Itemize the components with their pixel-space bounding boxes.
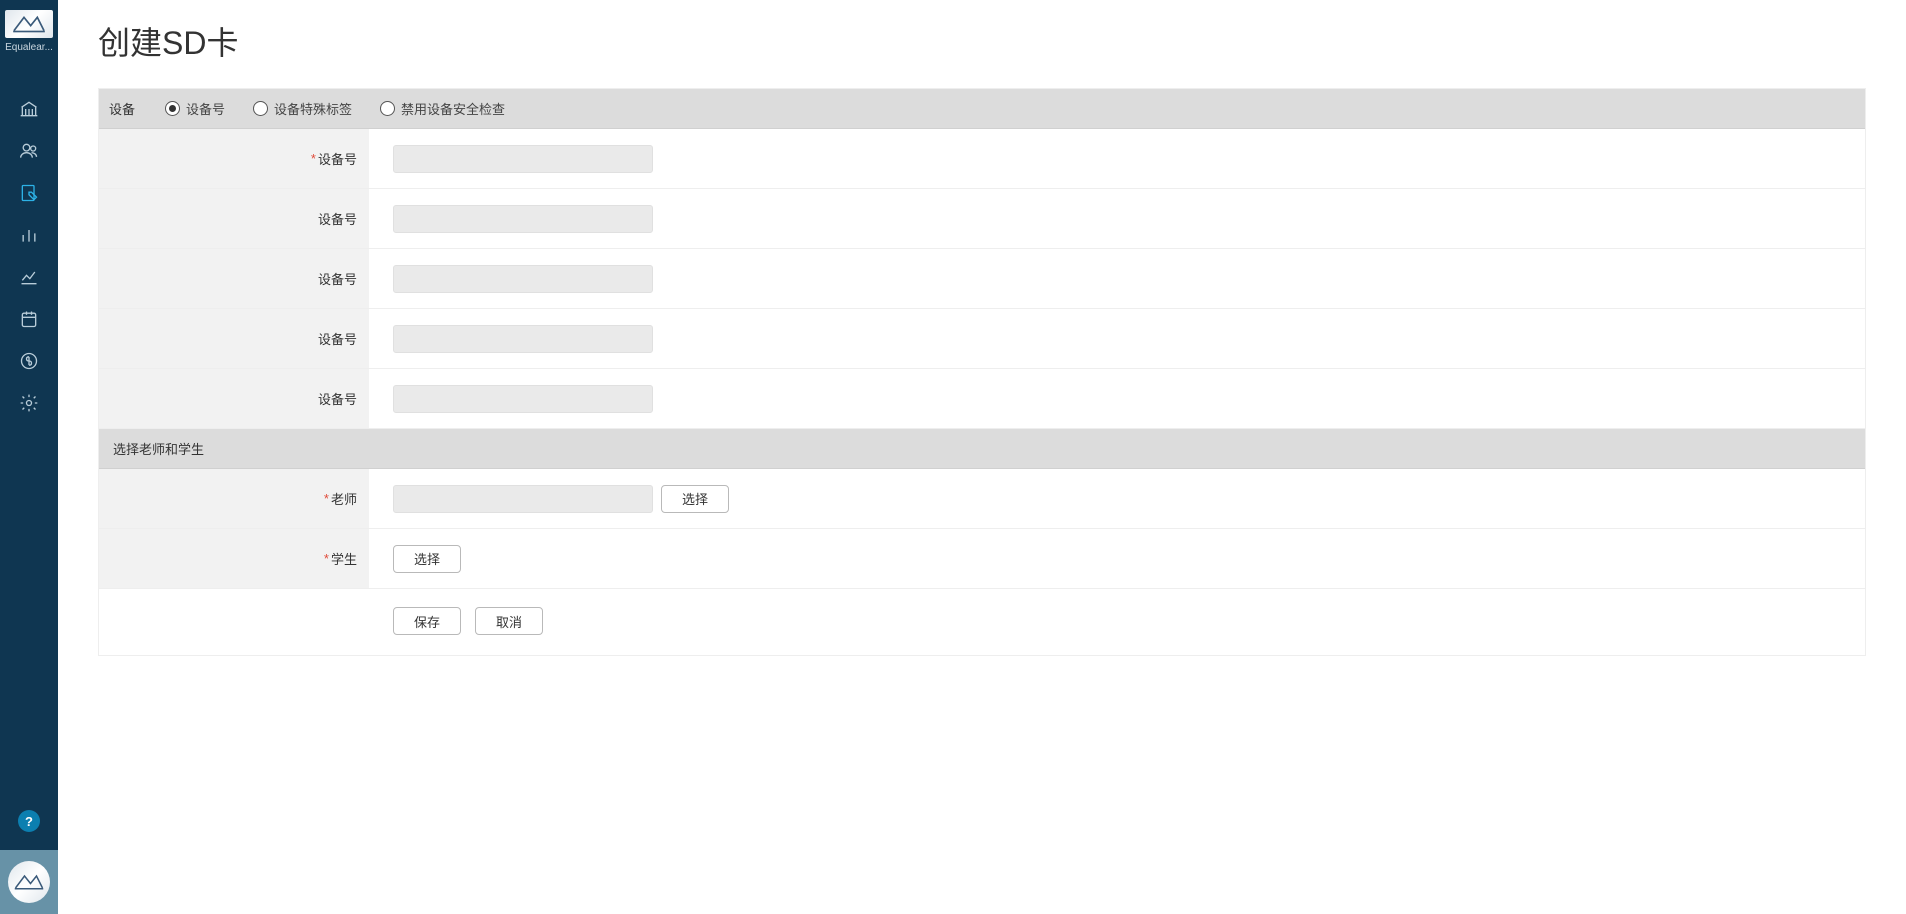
- people-section-header: 选择老师和学生: [99, 429, 1865, 469]
- device-row-3: 设备号: [99, 309, 1865, 369]
- device-id-input-2[interactable]: [393, 265, 653, 293]
- required-marker: *: [324, 491, 329, 506]
- device-section-header: 设备 设备号 设备特殊标签 禁用设备安全检查: [99, 89, 1865, 129]
- people-section-label: 选择老师和学生: [113, 439, 204, 458]
- field-label: 学生: [331, 549, 357, 568]
- edit-doc-icon: [19, 183, 39, 206]
- device-id-input-3[interactable]: [393, 325, 653, 353]
- field-label-cell: * 设备号: [99, 129, 369, 188]
- radio-disable-security[interactable]: 禁用设备安全检查: [380, 99, 505, 118]
- help-icon: ?: [25, 814, 33, 829]
- brand-label: Equalear...: [5, 42, 53, 53]
- brand-logo: [5, 10, 53, 38]
- nav-item-edit[interactable]: [0, 173, 58, 215]
- radio-dot-icon: [253, 101, 268, 116]
- brand: Equalear...: [0, 0, 58, 59]
- field-label: 设备号: [318, 389, 357, 408]
- save-button[interactable]: 保存: [393, 607, 461, 635]
- field-label-cell: 设备号: [99, 189, 369, 248]
- field-label-cell: 设备号: [99, 369, 369, 428]
- device-id-input-1[interactable]: [393, 205, 653, 233]
- field-label: 设备号: [318, 149, 357, 168]
- radio-device-id[interactable]: 设备号: [165, 99, 225, 118]
- nav-item-calendar[interactable]: [0, 299, 58, 341]
- nav-item-currency[interactable]: [0, 341, 58, 383]
- settings-gear-icon: [19, 393, 39, 416]
- radio-label: 禁用设备安全检查: [401, 99, 505, 118]
- sidebar: Equalear...: [0, 0, 58, 914]
- institution-icon: [19, 99, 39, 122]
- required-marker: *: [324, 551, 329, 566]
- linechart-icon: [19, 267, 39, 290]
- teacher-input[interactable]: [393, 485, 653, 513]
- radio-label: 设备特殊标签: [274, 99, 352, 118]
- teacher-row: * 老师 选择: [99, 469, 1865, 529]
- nav-item-users[interactable]: [0, 131, 58, 173]
- radio-dot-icon: [380, 101, 395, 116]
- radio-dot-icon: [165, 101, 180, 116]
- field-label: 设备号: [318, 329, 357, 348]
- select-teacher-button[interactable]: 选择: [661, 485, 729, 513]
- users-icon: [19, 141, 39, 164]
- field-label-cell: 设备号: [99, 309, 369, 368]
- main: 创建SD卡 设备 设备号 设备特殊标签 禁用设备安全检查: [58, 0, 1906, 914]
- nav-item-linechart[interactable]: [0, 257, 58, 299]
- device-row-0: * 设备号: [99, 129, 1865, 189]
- actions-label-cell: [99, 589, 369, 655]
- nav-item-barchart[interactable]: [0, 215, 58, 257]
- device-section-label: 设备: [109, 99, 165, 118]
- help-button[interactable]: ?: [18, 810, 40, 832]
- nav-item-institution[interactable]: [0, 89, 58, 131]
- field-label: 设备号: [318, 269, 357, 288]
- page-title: 创建SD卡: [98, 18, 1866, 64]
- calendar-icon: [19, 309, 39, 332]
- radio-device-tag[interactable]: 设备特殊标签: [253, 99, 352, 118]
- device-radio-group: 设备号 设备特殊标签 禁用设备安全检查: [165, 99, 505, 118]
- field-label: 老师: [331, 489, 357, 508]
- field-label-cell: 设备号: [99, 249, 369, 308]
- nav: [0, 89, 58, 425]
- form-panel: 设备 设备号 设备特殊标签 禁用设备安全检查 * 设备号: [98, 88, 1866, 656]
- device-id-input-4[interactable]: [393, 385, 653, 413]
- nav-item-settings[interactable]: [0, 383, 58, 425]
- student-row: * 学生 选择: [99, 529, 1865, 589]
- field-label-cell: * 老师: [99, 469, 369, 528]
- barchart-icon: [19, 225, 39, 248]
- actions-row: 保存 取消: [99, 589, 1865, 655]
- cancel-button[interactable]: 取消: [475, 607, 543, 635]
- field-label-cell: * 学生: [99, 529, 369, 588]
- device-row-4: 设备号: [99, 369, 1865, 429]
- currency-icon: [19, 351, 39, 374]
- select-student-button[interactable]: 选择: [393, 545, 461, 573]
- device-row-2: 设备号: [99, 249, 1865, 309]
- radio-label: 设备号: [186, 99, 225, 118]
- device-id-input-0[interactable]: [393, 145, 653, 173]
- field-label: 设备号: [318, 209, 357, 228]
- avatar: [8, 861, 50, 903]
- required-marker: *: [311, 151, 316, 166]
- avatar-area[interactable]: [0, 850, 58, 914]
- device-row-1: 设备号: [99, 189, 1865, 249]
